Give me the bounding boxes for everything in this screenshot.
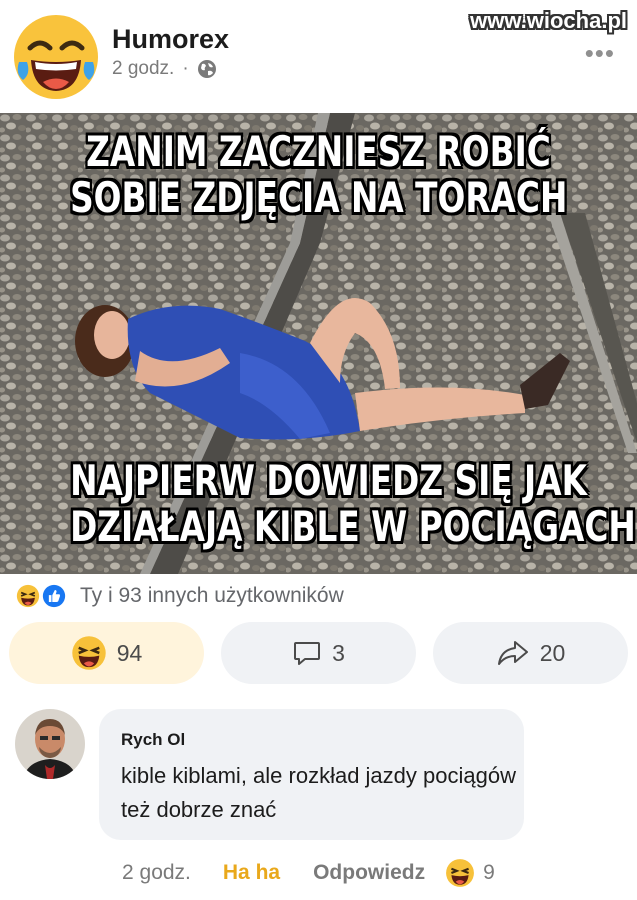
comment-reply-button[interactable]: Odpowiedz [313,861,425,885]
like-icon [40,582,68,610]
comment-icon [294,642,321,665]
comment-haha-button[interactable]: Ha ha [223,861,280,885]
comment-reaction-number: 9 [483,861,495,884]
page-avatar[interactable] [13,14,99,100]
meme-bottom-line-1: NAJPIERW DOWIEDZ SIĘ JAK [70,456,587,505]
commenter-avatar[interactable] [15,709,85,779]
share-count: 20 [539,639,566,666]
comment-reaction-count[interactable]: 9 [445,858,495,888]
reactions-summary-text: Ty i 93 innych użytkowników [80,584,344,607]
meta-separator: · [182,58,189,79]
laughing-emoji-icon [14,15,98,99]
comment-actions: 2 godz. Ha ha Odpowiedz 9 [122,857,495,889]
share-icon [497,641,528,665]
page-name[interactable]: Humorex [112,24,229,55]
share-button[interactable]: 20 [433,622,628,684]
comment-time[interactable]: 2 godz. [122,861,191,885]
haha-icon [14,582,42,610]
haha-reaction-button[interactable]: 94 [9,622,204,684]
meme-caption-top: ZANIM ZACZNIESZ ROBIĆ SOBIE ZDJĘCIA NA T… [70,129,567,221]
meme-bottom-line-2: DZIAŁAJĄ KIBLE W POCIĄGACH [70,502,636,551]
post-image[interactable]: ZANIM ZACZNIESZ ROBIĆ SOBIE ZDJĘCIA NA T… [0,113,637,574]
comment-bubble[interactable]: Rych Ol kible kiblami, ale rozkład jazdy… [99,709,524,840]
comment-button[interactable]: 3 [221,622,416,684]
reaction-count: 94 [116,639,143,666]
more-options-button[interactable]: ••• [585,38,615,69]
watermark: www.wiocha.pl [470,8,627,33]
user-photo [15,709,85,779]
meme-caption-bottom: NAJPIERW DOWIEDZ SIĘ JAK DZIAŁAJĄ KIBLE … [70,456,636,551]
comment-text: kible kiblami, ale rozkład jazdy pociągó… [121,763,516,822]
comment-count: 3 [332,639,345,666]
post-time[interactable]: 2 godz. [112,58,174,80]
post-header: Humorex 2 godz. · ••• www.wiocha.pl [0,0,637,112]
meme-top-line-1: ZANIM ZACZNIESZ ROBIĆ [86,127,551,176]
haha-icon [71,636,106,670]
reaction-icons [14,581,76,611]
globe-icon [197,60,216,78]
haha-icon [446,859,475,887]
comment-author[interactable]: Rych Ol [121,730,185,750]
meme-top-line-2: SOBIE ZDJĘCIA NA TORACH [70,173,568,222]
reactions-summary[interactable]: Ty i 93 innych użytkowników [14,580,344,612]
post-meta: 2 godz. · [112,58,217,80]
